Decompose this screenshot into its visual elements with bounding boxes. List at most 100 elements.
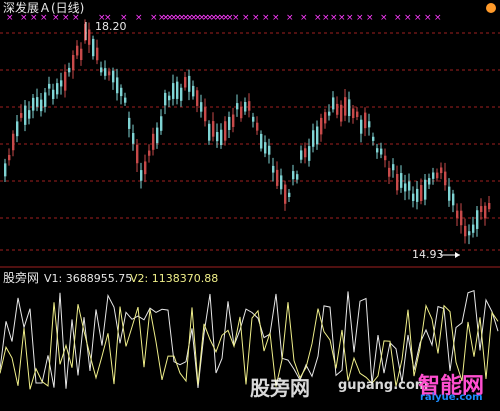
- signal-marker: ×: [356, 13, 364, 23]
- price-candle: [104, 68, 107, 76]
- price-candle: [384, 155, 387, 161]
- price-candle: [228, 116, 231, 130]
- price-candle: [72, 55, 75, 70]
- price-candle: [392, 164, 395, 171]
- signal-marker: ×: [286, 13, 294, 23]
- price-candle: [216, 132, 219, 142]
- price-candle: [412, 193, 415, 201]
- price-candle: [444, 171, 447, 186]
- price-candle: [328, 111, 331, 116]
- price-candle: [348, 99, 351, 117]
- signal-marker: ×: [380, 13, 388, 23]
- price-candle: [400, 173, 403, 188]
- price-candle: [448, 186, 451, 201]
- signal-marker: ×: [434, 13, 442, 23]
- watermark-site-en: gupang.com: [338, 378, 429, 393]
- price-candle: [260, 133, 263, 149]
- low-price-label: 14.93: [412, 248, 444, 261]
- price-candle: [364, 112, 367, 129]
- price-candle: [376, 148, 379, 153]
- price-candle: [200, 102, 203, 112]
- price-candle: [8, 154, 11, 161]
- price-candle: [128, 117, 131, 129]
- price-candle: [96, 47, 99, 61]
- price-candle: [20, 113, 23, 118]
- price-candle: [428, 178, 431, 185]
- price-candle: [292, 171, 295, 180]
- signal-marker: ×: [366, 13, 374, 23]
- price-candle: [332, 97, 335, 110]
- price-candle: [92, 38, 95, 57]
- price-candle: [424, 179, 427, 200]
- status-dot: [486, 3, 496, 13]
- price-candle: [140, 170, 143, 181]
- price-candle: [16, 121, 19, 137]
- price-candle: [264, 142, 267, 154]
- signal-marker: ×: [314, 13, 322, 23]
- price-candle: [308, 146, 311, 161]
- price-candle: [336, 103, 339, 115]
- price-candle: [52, 89, 55, 99]
- price-candle: [60, 80, 63, 87]
- price-candle: [148, 150, 151, 156]
- price-candle: [480, 206, 483, 213]
- price-candle: [432, 172, 435, 179]
- price-candle: [288, 192, 291, 198]
- price-candle: [56, 83, 59, 95]
- signal-marker: ×: [394, 13, 402, 23]
- price-candle: [320, 117, 323, 135]
- signal-marker: ×: [322, 13, 330, 23]
- price-candle: [452, 193, 455, 206]
- price-candle: [76, 45, 79, 56]
- price-candle: [476, 210, 479, 229]
- indicator-name: 股旁网: [3, 271, 40, 285]
- price-candle: [488, 203, 491, 210]
- signal-marker: ×: [330, 13, 338, 23]
- price-candle: [80, 48, 83, 61]
- price-candle: [180, 87, 183, 101]
- price-candle: [312, 130, 315, 147]
- price-candle: [4, 163, 7, 177]
- price-candle: [272, 165, 275, 173]
- price-candle: [352, 108, 355, 119]
- price-candle: [188, 75, 191, 92]
- price-candle: [152, 133, 155, 150]
- price-candle: [172, 83, 175, 99]
- price-candle: [28, 110, 31, 119]
- price-candle: [108, 71, 111, 76]
- price-candle: [224, 121, 227, 141]
- price-candle: [340, 104, 343, 122]
- price-candle: [324, 112, 327, 124]
- price-candle: [304, 148, 307, 158]
- price-candle: [208, 123, 211, 141]
- price-candle: [64, 71, 67, 91]
- price-candle: [220, 129, 223, 146]
- signal-marker: ×: [404, 13, 412, 23]
- signal-marker: ×: [346, 13, 354, 23]
- price-candle: [456, 210, 459, 218]
- price-candle: [68, 67, 71, 73]
- price-candle: [132, 133, 135, 144]
- price-candle: [284, 184, 287, 204]
- price-candle: [300, 150, 303, 160]
- price-candle: [112, 70, 115, 83]
- price-candle: [196, 90, 199, 106]
- signal-marker: ×: [150, 13, 158, 23]
- price-candle: [468, 231, 471, 236]
- price-candle: [356, 111, 359, 118]
- price-candle: [368, 121, 371, 128]
- price-candle: [12, 133, 15, 151]
- price-candle: [36, 97, 39, 107]
- price-candle: [236, 103, 239, 110]
- price-candle: [232, 114, 235, 127]
- signal-marker: ×: [300, 13, 308, 23]
- price-candle: [48, 83, 51, 89]
- price-candle: [472, 224, 475, 233]
- price-candle: [204, 107, 207, 122]
- price-candle: [344, 97, 347, 116]
- price-candle: [316, 126, 319, 145]
- price-candle: [460, 210, 463, 226]
- price-candle: [120, 87, 123, 97]
- price-candle: [24, 105, 27, 125]
- price-candle: [136, 144, 139, 164]
